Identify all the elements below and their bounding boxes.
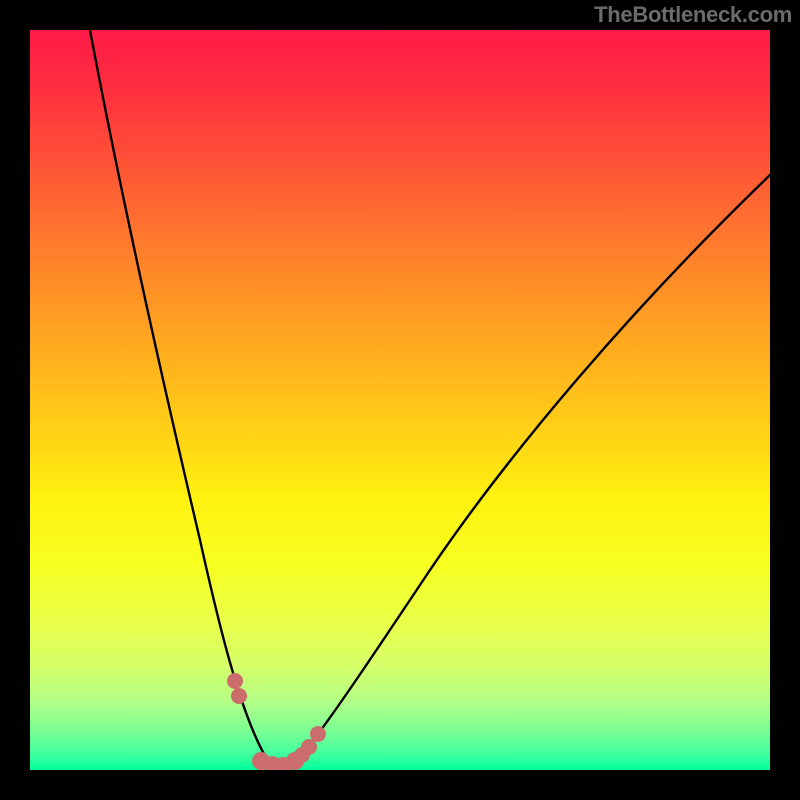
marker-dot xyxy=(227,673,243,689)
marker-dot xyxy=(231,688,247,704)
chart-frame: TheBottleneck.com xyxy=(0,0,800,800)
marker-layer xyxy=(30,30,770,770)
watermark-text: TheBottleneck.com xyxy=(594,2,792,28)
plot-area xyxy=(30,30,770,770)
marker-dot xyxy=(310,726,326,742)
